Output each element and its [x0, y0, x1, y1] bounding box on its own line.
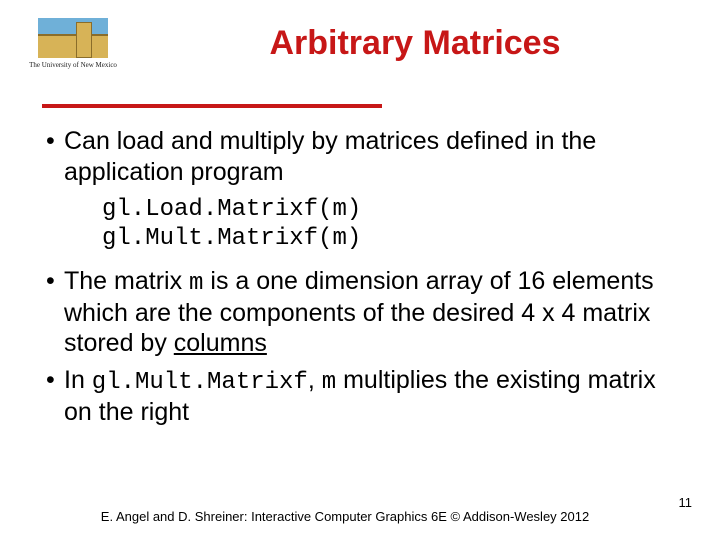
slide-title: Arbitrary Matrices [170, 24, 660, 63]
bullet-1: • Can load and multiply by matrices defi… [46, 126, 678, 187]
logo-caption: The University of New Mexico [18, 62, 128, 70]
page-number: 11 [679, 495, 693, 510]
university-logo: The University of New Mexico [18, 18, 128, 70]
bullet-2-text: The matrix m is a one dimension array of… [64, 266, 678, 359]
code-block: gl.Load.Matrixf(m) gl.Mult.Matrixf(m) [102, 195, 678, 254]
code-line-2: gl.Mult.Matrixf(m) [102, 225, 361, 252]
slide: The University of New Mexico Arbitrary M… [0, 0, 720, 540]
footer-citation: E. Angel and D. Shreiner: Interactive Co… [60, 509, 630, 524]
bullet-2: • The matrix m is a one dimension array … [46, 266, 678, 359]
underlined-columns: columns [174, 329, 267, 357]
bullet-dot-icon: • [46, 126, 64, 187]
bullet-dot-icon: • [46, 266, 64, 359]
bullet-3-text: In gl.Mult.Matrixf, m multiplies the exi… [64, 365, 678, 428]
inline-code-multmatrix: gl.Mult.Matrixf [92, 369, 308, 396]
code-line-1: gl.Load.Matrixf(m) [102, 196, 361, 223]
slide-body: • Can load and multiply by matrices defi… [46, 126, 678, 434]
inline-code-m: m [189, 270, 203, 297]
title-underline [42, 104, 382, 108]
inline-code-m: m [322, 369, 336, 396]
unm-building-icon [38, 18, 108, 58]
bullet-1-text: Can load and multiply by matrices define… [64, 126, 678, 187]
bullet-dot-icon: • [46, 365, 64, 428]
bullet-3: • In gl.Mult.Matrixf, m multiplies the e… [46, 365, 678, 428]
